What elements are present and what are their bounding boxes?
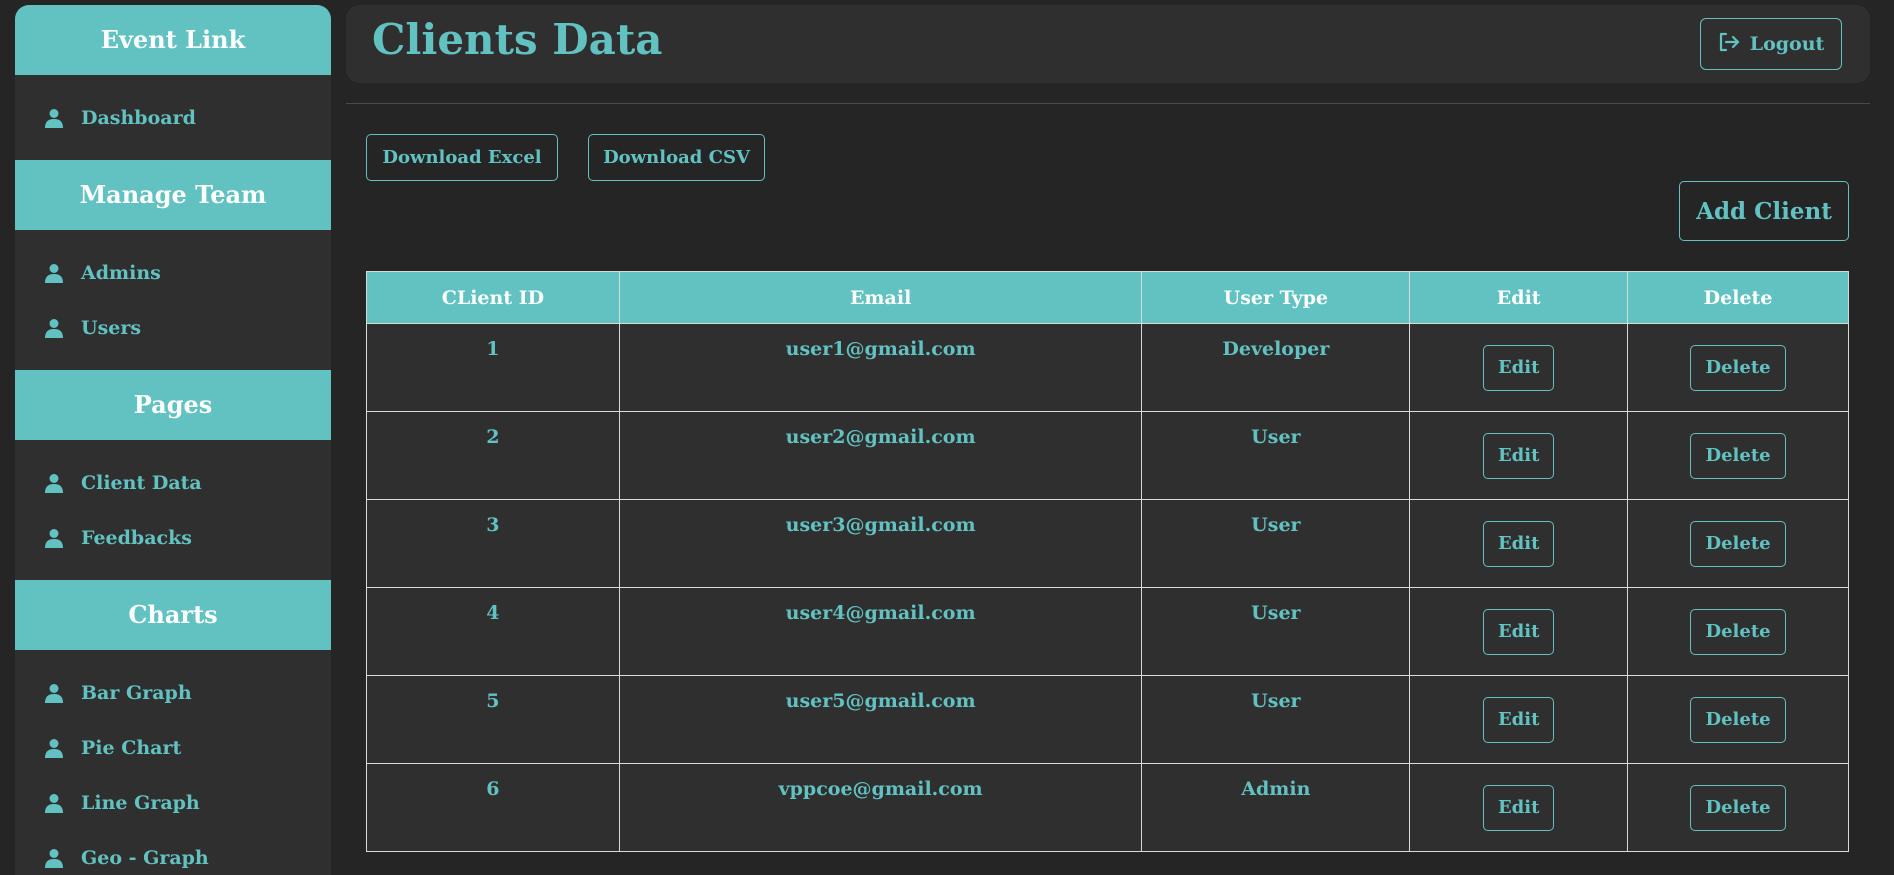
column-header-client-id: CLient ID: [366, 271, 620, 324]
cell-email: user3@gmail.com: [618, 499, 1143, 588]
sidebar-item-label: Users: [81, 316, 142, 339]
cell-client-id: 3: [366, 499, 620, 588]
cell-user-type: User: [1141, 675, 1411, 764]
cell-delete: Delete: [1627, 675, 1849, 764]
delete-button[interactable]: Delete: [1690, 344, 1786, 391]
user-icon: [45, 848, 63, 868]
sidebar-item-label: Line Graph: [81, 791, 200, 814]
divider: [346, 103, 1870, 104]
table-header-row: CLient ID Email User Type Edit Delete: [366, 271, 1849, 324]
cell-client-id: 1: [366, 323, 620, 412]
user-icon: [45, 263, 63, 283]
table-row: 5 user5@gmail.com User Edit Delete: [366, 675, 1849, 764]
cell-delete: Delete: [1627, 499, 1849, 588]
sidebar-brand: Event Link: [15, 5, 331, 75]
cell-user-type: Admin: [1141, 763, 1411, 852]
cell-edit: Edit: [1409, 323, 1629, 412]
column-header-edit: Edit: [1409, 271, 1629, 324]
sidebar-item-label: Geo - Graph: [81, 846, 209, 869]
cell-email: user1@gmail.com: [618, 323, 1143, 412]
sidebar-item-users[interactable]: Users: [15, 300, 331, 355]
edit-button[interactable]: Edit: [1482, 696, 1555, 743]
cell-delete: Delete: [1627, 411, 1849, 500]
column-header-delete: Delete: [1627, 271, 1849, 324]
delete-button[interactable]: Delete: [1690, 608, 1786, 655]
cell-email: user2@gmail.com: [618, 411, 1143, 500]
cell-edit: Edit: [1409, 675, 1629, 764]
table-row: 2 user2@gmail.com User Edit Delete: [366, 411, 1849, 500]
delete-button[interactable]: Delete: [1690, 520, 1786, 567]
table-row: 1 user1@gmail.com Developer Edit Delete: [366, 323, 1849, 412]
header-bar: Clients Data Logout: [346, 5, 1870, 83]
cell-user-type: User: [1141, 499, 1411, 588]
sidebar-item-label: Admins: [81, 261, 161, 284]
delete-button[interactable]: Delete: [1690, 784, 1786, 831]
sidebar-section-manage-team: Manage Team: [15, 160, 331, 230]
logout-button[interactable]: Logout: [1700, 18, 1842, 70]
logout-icon: [1718, 32, 1740, 57]
cell-delete: Delete: [1627, 587, 1849, 676]
cell-edit: Edit: [1409, 587, 1629, 676]
cell-edit: Edit: [1409, 499, 1629, 588]
sidebar-item-bar-graph[interactable]: Bar Graph: [15, 665, 331, 720]
sidebar-item-label: Feedbacks: [81, 526, 192, 549]
sidebar-item-admins[interactable]: Admins: [15, 245, 331, 300]
edit-button[interactable]: Edit: [1482, 432, 1555, 479]
column-header-user-type: User Type: [1141, 271, 1411, 324]
user-icon: [45, 473, 63, 493]
cell-client-id: 6: [366, 763, 620, 852]
download-csv-button[interactable]: Download CSV: [588, 134, 765, 181]
delete-button[interactable]: Delete: [1690, 432, 1786, 479]
table-row: 6 vppcoe@gmail.com Admin Edit Delete: [366, 763, 1849, 852]
cell-email: vppcoe@gmail.com: [618, 763, 1143, 852]
column-header-email: Email: [618, 271, 1143, 324]
sidebar-item-dashboard[interactable]: Dashboard: [15, 90, 331, 145]
sidebar-item-label: Dashboard: [81, 106, 196, 129]
clients-table: CLient ID Email User Type Edit Delete 1 …: [366, 271, 1849, 852]
user-icon: [45, 738, 63, 758]
cell-edit: Edit: [1409, 763, 1629, 852]
sidebar-item-line-graph[interactable]: Line Graph: [15, 775, 331, 830]
edit-button[interactable]: Edit: [1482, 784, 1555, 831]
user-icon: [45, 528, 63, 548]
cell-email: user4@gmail.com: [618, 587, 1143, 676]
cell-user-type: Developer: [1141, 323, 1411, 412]
sidebar-item-geo-graph[interactable]: Geo - Graph: [15, 830, 331, 875]
sidebar-item-feedbacks[interactable]: Feedbacks: [15, 510, 331, 565]
sidebar-item-label: Bar Graph: [81, 681, 192, 704]
user-icon: [45, 683, 63, 703]
table-row: 4 user4@gmail.com User Edit Delete: [366, 587, 1849, 676]
user-icon: [45, 108, 63, 128]
logout-label: Logout: [1749, 33, 1825, 55]
cell-user-type: User: [1141, 411, 1411, 500]
edit-button[interactable]: Edit: [1482, 344, 1555, 391]
edit-button[interactable]: Edit: [1482, 520, 1555, 567]
user-icon: [45, 318, 63, 338]
cell-delete: Delete: [1627, 763, 1849, 852]
sidebar-section-pages: Pages: [15, 370, 331, 440]
sidebar: Event Link Dashboard Manage Team Admins …: [15, 5, 331, 875]
cell-client-id: 5: [366, 675, 620, 764]
page-title: Clients Data: [372, 15, 663, 64]
table-row: 3 user3@gmail.com User Edit Delete: [366, 499, 1849, 588]
cell-email: user5@gmail.com: [618, 675, 1143, 764]
sidebar-item-label: Client Data: [81, 471, 202, 494]
add-client-button[interactable]: Add Client: [1679, 181, 1849, 241]
sidebar-item-label: Pie Chart: [81, 736, 182, 759]
sidebar-section-charts: Charts: [15, 580, 331, 650]
edit-button[interactable]: Edit: [1482, 608, 1555, 655]
cell-edit: Edit: [1409, 411, 1629, 500]
sidebar-item-client-data[interactable]: Client Data: [15, 455, 331, 510]
cell-client-id: 2: [366, 411, 620, 500]
download-excel-button[interactable]: Download Excel: [366, 134, 558, 181]
cell-user-type: User: [1141, 587, 1411, 676]
cell-delete: Delete: [1627, 323, 1849, 412]
delete-button[interactable]: Delete: [1690, 696, 1786, 743]
sidebar-item-pie-chart[interactable]: Pie Chart: [15, 720, 331, 775]
cell-client-id: 4: [366, 587, 620, 676]
user-icon: [45, 793, 63, 813]
